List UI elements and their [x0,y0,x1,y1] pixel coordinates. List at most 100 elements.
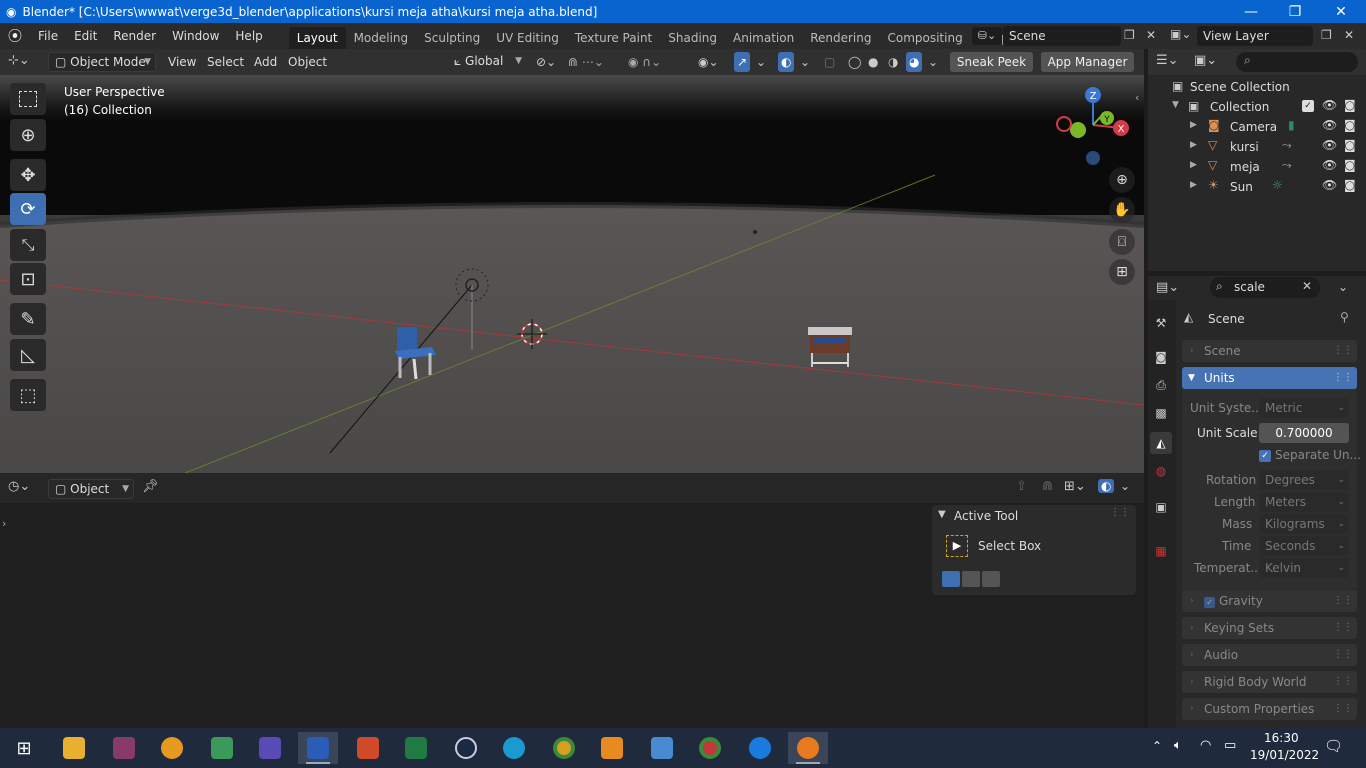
time-dropdown[interactable]: Seconds ⌄ [1259,536,1349,556]
taskbar-app-green[interactable] [202,732,242,764]
taskbar-blender[interactable] [788,732,828,764]
gizmo-dropdown-icon[interactable]: ⌄ [756,52,766,72]
tool-tab-icon[interactable]: ⚒ [1150,312,1172,334]
drag-handle-icon[interactable]: ⋮⋮ [1110,507,1130,518]
visibility-icon[interactable]: ◉⌄ [698,52,719,72]
tab-modeling[interactable]: Modeling [346,27,417,49]
world-tab-icon[interactable]: ◍ [1150,460,1172,482]
expand-kursi-icon[interactable]: ▶ [1190,140,1197,150]
new-scene-icon[interactable]: ❐ [1124,28,1135,42]
taskbar-chrome[interactable] [544,732,584,764]
keying-sets-panel[interactable]: › Keying Sets ⋮⋮ [1182,617,1357,639]
rotate-tool[interactable]: ⟳ [10,193,46,225]
maximize-button[interactable]: ❐ [1272,0,1318,23]
overlay-icon[interactable]: ◐ [778,52,795,72]
app-manager-button[interactable]: App Manager [1041,52,1134,72]
proportional-edit-icon[interactable]: ◉ ∩⌄ [628,52,661,72]
collection-visibility-icon[interactable]: 👁︎ [1322,98,1337,112]
view-layer-icon[interactable]: ▣⌄ [1170,27,1191,41]
gravity-panel[interactable]: › ✓ Gravity ⋮⋮ [1182,590,1357,612]
tab-rendering[interactable]: Rendering [802,27,879,49]
battery-icon[interactable]: ▭ [1224,738,1236,753]
texture-tab-icon[interactable]: ▦ [1150,540,1172,562]
menu-window[interactable]: Window [164,23,227,49]
drag-handle-icon[interactable]: ⋮⋮ [1333,340,1353,362]
outliner-item-camera[interactable]: ▶ ◙ Camera ▮ 👁︎ ◙ [1148,117,1366,137]
taskbar-date[interactable]: 19/01/2022 [1250,748,1319,762]
collection-render-icon[interactable]: ◙ [1344,98,1356,112]
menu-add[interactable]: Add [254,52,277,72]
unit-system-dropdown[interactable]: Metric ⌄ [1259,398,1349,418]
zoom-icon[interactable]: ⊕ [1109,167,1135,193]
separate-units-checkbox[interactable]: ✓ [1259,450,1271,462]
drag-handle-icon[interactable]: ⋮⋮ [1333,671,1353,693]
collection-tab-icon[interactable]: ▣ [1150,496,1172,518]
lower-up-icon[interactable]: ⇧ [1016,479,1027,494]
tab-sculpting[interactable]: Sculpting [416,27,488,49]
shading-dropdown-icon[interactable]: ⌄ [928,52,938,72]
solid-shading-icon[interactable]: ● [868,52,878,72]
wireframe-shading-icon[interactable]: ◯ [848,52,861,72]
tab-uv-editing[interactable]: UV Editing [488,27,567,49]
properties-pin-icon[interactable]: ⚲ [1340,310,1349,324]
kursi-render-icon[interactable]: ◙ [1344,138,1356,152]
outliner-scene-collection[interactable]: ▣ Scene Collection [1148,77,1366,97]
menu-help[interactable]: Help [227,23,270,49]
tab-layout[interactable]: Layout [288,27,346,49]
transform-orientation-dropdown[interactable]: ⟀ Global ▼ [448,52,526,72]
mass-dropdown[interactable]: Kilograms ⌄ [1259,514,1349,534]
taskbar-clock-app[interactable] [152,732,192,764]
scene-selector-icon[interactable]: ⛁⌄ [972,27,1002,45]
chair-object[interactable] [392,323,442,383]
menu-file[interactable]: File [30,23,66,49]
taskbar-word[interactable] [298,732,338,764]
kursi-visibility-icon[interactable]: 👁︎ [1322,138,1337,152]
taskbar-steam[interactable] [446,732,486,764]
editor-type-icon[interactable]: ⊹⌄ [8,53,30,68]
menu-view[interactable]: View [168,52,196,72]
perspective-toggle-icon[interactable]: ⊞ [1109,259,1135,285]
tab-shading[interactable]: Shading [660,27,725,49]
tab-texture-paint[interactable]: Texture Paint [567,27,660,49]
lower-editor[interactable]: ◷⌄ ▢ Object ▼ 📌︎ ⇧ ⋒ ⊞⌄ ◐ ⌄ › ▼ Active To… [0,473,1144,728]
transform-tool[interactable]: ⊡ [10,263,46,295]
menu-object[interactable]: Object [288,52,327,72]
view-layer-field[interactable]: View Layer [1197,26,1313,46]
drag-handle-icon[interactable]: ⋮⋮ [1333,698,1353,720]
outliner-display-icon[interactable]: ▣⌄ [1194,53,1217,68]
sidebar-toggle-icon[interactable]: ‹ [1135,91,1139,104]
scene-panel[interactable]: › Scene ⋮⋮ [1182,340,1357,362]
taskbar-winrar[interactable] [104,732,144,764]
properties-search-field[interactable]: ⌕ scale ✕ [1210,277,1320,298]
add-cube-tool[interactable]: ⬚ [10,379,46,411]
temperature-dropdown[interactable]: Kelvin ⌄ [1259,558,1349,578]
cursor-tool[interactable]: ⊕ [10,119,46,151]
rigid-body-world-panel[interactable]: › Rigid Body World ⋮⋮ [1182,671,1357,693]
unit-scale-field[interactable]: 0.700000 [1259,423,1349,443]
outliner-item-meja[interactable]: ▶ ▽ meja ⤳ 👁︎ ◙ [1148,157,1366,177]
3d-viewport[interactable]: User Perspective (16) Collection ⊕ ✥ ⟳ ⤡… [0,75,1144,473]
camera-render-icon[interactable]: ◙ [1344,118,1356,132]
wifi-icon[interactable]: ◠ [1200,738,1211,753]
rotation-dropdown[interactable]: Degrees ⌄ [1259,470,1349,490]
expand-sun-icon[interactable]: ▶ [1190,180,1197,190]
select-subtract-mode-icon[interactable] [982,571,1000,587]
view-layer-tab-icon[interactable]: ▩ [1150,402,1172,424]
active-tool-collapse-icon[interactable]: ▼ [938,509,946,520]
properties-options-icon[interactable]: ⌄ [1338,280,1348,294]
collection-checkbox[interactable]: ✓ [1302,100,1314,112]
close-button[interactable]: ✕ [1318,0,1364,23]
sun-visibility-icon[interactable]: 👁︎ [1322,178,1337,192]
taskbar-control-panel[interactable] [642,732,682,764]
sun-render-icon[interactable]: ◙ [1344,178,1356,192]
audio-panel[interactable]: › Audio ⋮⋮ [1182,644,1357,666]
pin-icon[interactable]: 📌︎ [142,479,159,494]
lower-grid-icon[interactable]: ⊞⌄ [1064,479,1086,494]
scene-name-field[interactable]: Scene [1003,26,1121,46]
properties-editor-icon[interactable]: ▤⌄ [1156,280,1179,295]
lower-sidebar-toggle-icon[interactable]: › [2,517,6,530]
taskbar-sublime[interactable] [592,732,632,764]
overlay-dropdown-icon[interactable]: ⌄ [800,52,810,72]
select-extend-mode-icon[interactable] [962,571,980,587]
drag-handle-icon[interactable]: ⋮⋮ [1333,590,1353,612]
